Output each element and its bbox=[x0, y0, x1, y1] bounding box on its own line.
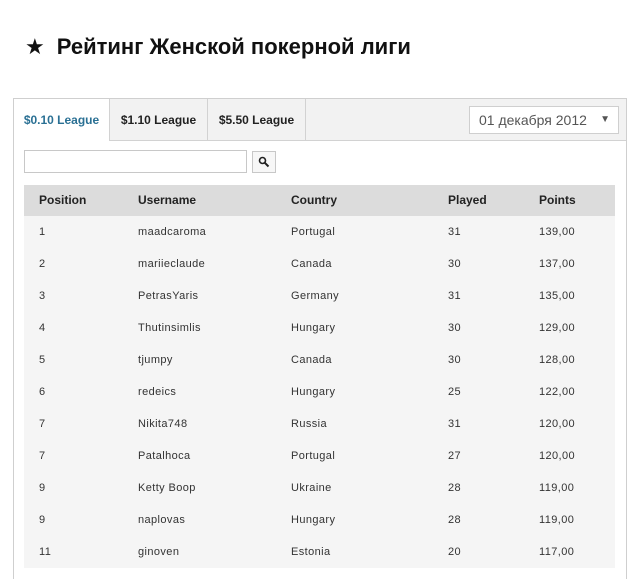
cell-points: 120,00 bbox=[539, 450, 576, 462]
column-header-position[interactable]: Position bbox=[39, 185, 86, 216]
page-title: ★ Рейтинг Женской покерной лиги bbox=[25, 34, 411, 60]
cell-played: 28 bbox=[448, 514, 462, 526]
search-button[interactable] bbox=[252, 151, 276, 173]
search-icon bbox=[258, 156, 270, 168]
cell-position: 4 bbox=[39, 322, 46, 334]
cell-position: 5 bbox=[39, 354, 46, 366]
cell-country: Hungary bbox=[291, 514, 336, 526]
cell-points: 119,00 bbox=[539, 482, 575, 494]
rating-panel: $0.10 League $1.10 League $5.50 League 0… bbox=[13, 98, 627, 579]
cell-country: Canada bbox=[291, 258, 332, 270]
cell-country: Portugal bbox=[291, 226, 336, 238]
table-row: 4 Thutinsimlis Hungary 30 129,00 bbox=[24, 312, 615, 344]
cell-username[interactable]: ginoven bbox=[138, 536, 179, 568]
page-title-text: Рейтинг Женской покерной лиги bbox=[56, 34, 411, 59]
cell-points: 129,00 bbox=[539, 322, 576, 334]
table-row: 6 redeics Hungary 25 122,00 bbox=[24, 376, 615, 408]
table-row: 9 naplovas Hungary 28 119,00 bbox=[24, 504, 615, 536]
date-select-value: 01 декабря 2012 bbox=[479, 112, 587, 128]
cell-position: 6 bbox=[39, 386, 46, 398]
cell-country: Portugal bbox=[291, 450, 336, 462]
cell-position: 7 bbox=[39, 418, 46, 430]
cell-points: 135,00 bbox=[539, 290, 576, 302]
cell-played: 28 bbox=[448, 482, 462, 494]
cell-country: Estonia bbox=[291, 546, 331, 558]
cell-position: 11 bbox=[39, 546, 52, 558]
cell-username[interactable]: Thutinsimlis bbox=[138, 312, 201, 344]
cell-played: 30 bbox=[448, 322, 462, 334]
table-row: 11 ginoven Estonia 20 117,00 bbox=[24, 536, 615, 568]
date-select[interactable]: 01 декабря 2012 ▼ bbox=[469, 106, 619, 134]
table-body: 1 maadcaroma Portugal 31 139,00 2 mariieclaude… bbox=[24, 216, 615, 568]
column-header-played[interactable]: Played bbox=[448, 185, 487, 216]
cell-username[interactable]: Patalhoca bbox=[138, 440, 191, 472]
dropdown-arrow-icon: ▼ bbox=[600, 114, 610, 125]
cell-username[interactable]: Ketty Boop bbox=[138, 472, 196, 504]
tab-league-0-10[interactable]: $0.10 League bbox=[14, 99, 110, 141]
cell-played: 20 bbox=[448, 546, 462, 558]
column-header-country[interactable]: Country bbox=[291, 185, 337, 216]
cell-points: 122,00 bbox=[539, 386, 576, 398]
cell-username[interactable]: PetrasYaris bbox=[138, 280, 198, 312]
cell-played: 25 bbox=[448, 386, 462, 398]
cell-points: 119,00 bbox=[539, 514, 575, 526]
star-icon: ★ bbox=[25, 34, 45, 59]
cell-position: 2 bbox=[39, 258, 46, 270]
cell-position: 1 bbox=[39, 226, 46, 238]
cell-points: 128,00 bbox=[539, 354, 576, 366]
cell-username[interactable]: mariieclaude bbox=[138, 248, 205, 280]
cell-username[interactable]: maadcaroma bbox=[138, 216, 206, 248]
cell-played: 27 bbox=[448, 450, 462, 462]
table-row: 5 tjumpy Canada 30 128,00 bbox=[24, 344, 615, 376]
column-header-username[interactable]: Username bbox=[138, 185, 196, 216]
table-row: 2 mariieclaude Canada 30 137,00 bbox=[24, 248, 615, 280]
rating-table: Position Username Country Played Points … bbox=[24, 185, 615, 568]
cell-played: 30 bbox=[448, 258, 462, 270]
cell-country: Russia bbox=[291, 418, 328, 430]
table-row: 9 Ketty Boop Ukraine 28 119,00 bbox=[24, 472, 615, 504]
cell-country: Germany bbox=[291, 290, 340, 302]
cell-played: 30 bbox=[448, 354, 462, 366]
cell-position: 7 bbox=[39, 450, 46, 462]
cell-position: 9 bbox=[39, 482, 46, 494]
cell-country: Ukraine bbox=[291, 482, 332, 494]
league-tabs: $0.10 League $1.10 League $5.50 League 0… bbox=[14, 99, 626, 141]
cell-country: Canada bbox=[291, 354, 332, 366]
cell-country: Hungary bbox=[291, 322, 336, 334]
search-input[interactable] bbox=[24, 150, 247, 173]
tab-league-1-10[interactable]: $1.10 League bbox=[110, 99, 208, 140]
cell-username[interactable]: naplovas bbox=[138, 504, 185, 536]
cell-played: 31 bbox=[448, 226, 462, 238]
cell-username[interactable]: tjumpy bbox=[138, 344, 173, 376]
tab-league-5-50[interactable]: $5.50 League bbox=[208, 99, 306, 140]
cell-position: 3 bbox=[39, 290, 46, 302]
cell-username[interactable]: redeics bbox=[138, 376, 176, 408]
cell-username[interactable]: Nikita748 bbox=[138, 408, 187, 440]
cell-points: 137,00 bbox=[539, 258, 576, 270]
cell-points: 139,00 bbox=[539, 226, 576, 238]
cell-played: 31 bbox=[448, 290, 462, 302]
cell-country: Hungary bbox=[291, 386, 336, 398]
cell-played: 31 bbox=[448, 418, 462, 430]
cell-points: 117,00 bbox=[539, 546, 575, 558]
table-header: Position Username Country Played Points bbox=[24, 185, 615, 216]
cell-points: 120,00 bbox=[539, 418, 576, 430]
table-row: 3 PetrasYaris Germany 31 135,00 bbox=[24, 280, 615, 312]
table-row: 7 Nikita748 Russia 31 120,00 bbox=[24, 408, 615, 440]
column-header-points[interactable]: Points bbox=[539, 185, 576, 216]
cell-position: 9 bbox=[39, 514, 46, 526]
table-row: 1 maadcaroma Portugal 31 139,00 bbox=[24, 216, 615, 248]
table-row: 7 Patalhoca Portugal 27 120,00 bbox=[24, 440, 615, 472]
